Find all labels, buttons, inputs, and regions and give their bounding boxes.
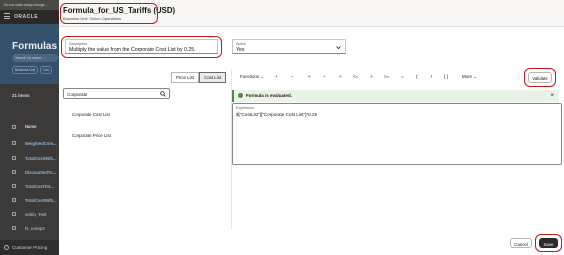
filter-chips: Business Unit Con [12, 66, 53, 74]
expression-label: Expression [236, 106, 254, 110]
op-greater-equal-button[interactable]: >= [384, 74, 389, 79]
row-checkbox[interactable] [12, 170, 16, 174]
op-multiply-button[interactable]: × [308, 74, 311, 79]
select-all-checkbox[interactable] [12, 125, 16, 129]
op-paren-button[interactable]: ( [416, 74, 418, 79]
search-input[interactable]: Search by name... [12, 54, 58, 62]
item-count: 21 items [12, 93, 30, 98]
validate-button[interactable]: Validate [528, 72, 552, 83]
table-row[interactable]: TotalCostTot... [25, 184, 59, 189]
row-checkbox[interactable] [12, 226, 16, 230]
functions-menu[interactable]: Functions ⌄ [240, 74, 264, 80]
more-label: More [462, 74, 473, 79]
footer-label[interactable]: Customer Pricing [12, 245, 47, 250]
chevron-down-icon [336, 46, 341, 50]
tab-price-list[interactable]: Price List [171, 72, 200, 83]
row-checkbox[interactable] [12, 156, 16, 160]
description-value[interactable]: Multiply the value from the Corporate Co… [69, 47, 196, 53]
table-row[interactable]: DiscountedTo... [25, 170, 59, 175]
description-field[interactable]: Description Multiply the value from the … [65, 39, 218, 54]
functions-label: Functions [240, 74, 260, 79]
active-label: Active [236, 42, 246, 46]
search-icon[interactable] [160, 91, 166, 97]
gear-icon [4, 245, 9, 250]
row-checkbox[interactable] [12, 198, 16, 202]
row-checkbox[interactable] [12, 141, 16, 145]
success-check-icon [238, 93, 243, 98]
list-search-input[interactable]: Corporate [63, 88, 170, 99]
success-message-text: Formula is evaluated. [246, 93, 293, 99]
column-header-name[interactable]: Name [25, 124, 36, 129]
more-menu[interactable]: More ⌄ [462, 74, 477, 80]
list-type-tabs: Price List Cost List [171, 72, 227, 83]
op-minus-button[interactable]: − [291, 74, 294, 79]
table-row[interactable]: TotalCostWith... [25, 156, 59, 161]
close-icon[interactable]: × [550, 93, 554, 99]
tab-cost-list[interactable]: Cost List [199, 72, 227, 83]
expression-value[interactable]: $["CostList"]["Corporate Cost List"]*0.2… [236, 112, 317, 117]
table-row[interactable]: sshin_Test [25, 212, 59, 217]
op-less-equal-button[interactable]: <= [353, 74, 358, 79]
app-header: ORACLE [0, 10, 60, 24]
list-item[interactable]: Corporate Cost List [72, 112, 110, 117]
page-banner: Formulas Search by name... Business Unit… [0, 24, 60, 84]
op-braces-button[interactable]: { } [444, 74, 448, 79]
table-row[interactable]: WeightedCom... [25, 141, 59, 146]
save-button[interactable]: Save [539, 238, 558, 248]
op-plus-button[interactable]: + [275, 74, 278, 79]
formula-drawer: Formula_for_US_Tariffs (USD) Business Un… [59, 0, 564, 255]
active-select[interactable]: Active Yes [232, 39, 346, 54]
chevron-down-icon: ⌄ [260, 74, 264, 79]
drawer-header: Formula_for_US_Tariffs (USD) Business Un… [59, 0, 564, 27]
table-row[interactable]: TotalCostWith... [25, 198, 59, 203]
op-equal-button[interactable]: = [401, 74, 404, 79]
chevron-down-icon: ⌄ [473, 74, 477, 79]
row-checkbox[interactable] [12, 184, 16, 188]
table-row[interactable]: fs_comp3 [25, 226, 59, 231]
list-item[interactable]: Corporate Price List [72, 133, 111, 138]
op-not-button[interactable]: ! [431, 74, 432, 79]
cancel-button[interactable]: Cancel [510, 238, 532, 248]
filter-con[interactable]: Con [40, 66, 53, 74]
expression-editor[interactable]: Expression $["CostList"]["Corporate Cost… [232, 103, 562, 165]
row-checkbox[interactable] [12, 212, 16, 216]
filter-business-unit[interactable]: Business Unit [12, 66, 39, 74]
setup-notice: Do not make setup change... [0, 0, 60, 10]
active-value: Yes [236, 47, 245, 53]
page-title: Formulas [12, 41, 58, 52]
drawer-subtitle: Business Unit: Vision Operations [63, 16, 122, 21]
footer-bar: Customer Pricing [0, 240, 60, 255]
menu-icon[interactable] [4, 13, 10, 19]
list-search-value: Corporate [67, 91, 88, 97]
description-label: Description [69, 42, 87, 46]
success-message: Formula is evaluated. × [232, 90, 559, 102]
formula-list: 21 items Name WeightedCom... TotalCostWi… [0, 84, 60, 240]
op-less-than-button[interactable]: < [339, 74, 342, 79]
oracle-logo: ORACLE [14, 14, 39, 20]
drawer-title: Formula_for_US_Tariffs (USD) [63, 6, 176, 15]
op-divide-button[interactable]: ÷ [323, 74, 326, 79]
op-greater-than-button[interactable]: > [370, 74, 373, 79]
